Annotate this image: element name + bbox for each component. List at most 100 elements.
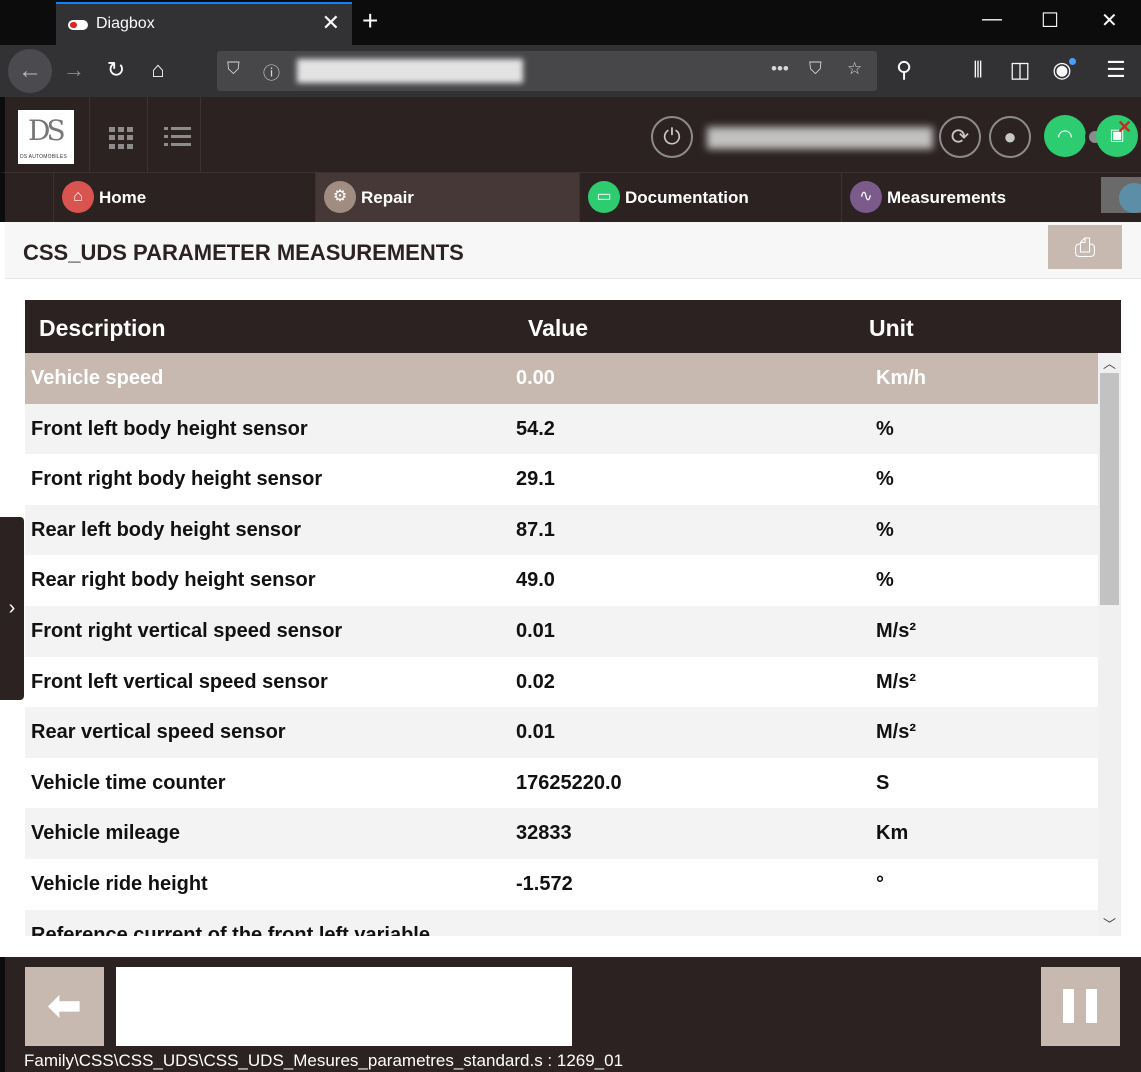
cell-unit: % (876, 569, 894, 592)
cell-unit: % (876, 417, 894, 440)
window-close-button[interactable]: ✕ (1101, 8, 1118, 33)
table-row[interactable]: Rear left body height sensor 87.1% (25, 504, 1098, 556)
tab-home-label: Home (99, 188, 147, 207)
chevron-right-icon: › (8, 597, 16, 619)
pocket-icon[interactable]: ⛉ (809, 59, 822, 79)
browser-forward-button[interactable]: → (58, 55, 90, 85)
ds-logo: DS DS AUTOMOBILES (18, 110, 74, 164)
shield-icon[interactable]: ⛉ (227, 59, 240, 79)
pause-button[interactable] (1041, 967, 1120, 1046)
column-header-description: Description (39, 315, 166, 341)
pause-icon (1063, 989, 1074, 1023)
site-info-icon[interactable]: ⓘ (263, 59, 280, 84)
nav-more-button[interactable] (1101, 177, 1141, 213)
tab-documentation[interactable]: ▭ Documentation (579, 173, 841, 222)
cell-unit: M/s² (876, 721, 916, 744)
scrollbar-thumb[interactable] (1100, 373, 1119, 605)
table-row[interactable]: Vehicle time counter 17625220.0 S (25, 757, 1098, 809)
cell-value: 0.02 (516, 670, 555, 693)
browser-toolbar: ← → ↻ ⌂ ⛉ ⓘ ••• ⛉ ☆ ⚲ ⫴ ◫ ◉ ☰ (0, 45, 1141, 97)
main-nav: ⌂ Home ⚙ Repair ▭ Documentation ∿ Measur… (0, 172, 1141, 222)
column-header-unit: Unit (869, 315, 914, 341)
window-minimize-button[interactable]: — (982, 8, 1002, 31)
tab-favicon-icon (68, 20, 88, 30)
tab-measurements[interactable]: ∿ Measurements (841, 173, 1095, 222)
back-button[interactable]: ⬅ (25, 967, 104, 1046)
table-row[interactable]: Rear vertical speed sensor 0.01 M/s² (25, 707, 1098, 758)
table-row[interactable]: Front right body height sensor 29.1% (25, 454, 1098, 505)
table-header: Description Value Unit (25, 300, 1121, 353)
table-row[interactable]: Vehicle speed 0.00 Km/h (25, 353, 1098, 404)
side-panel-toggle[interactable]: › (0, 517, 24, 700)
browser-tab[interactable]: Diagbox ✕ (56, 2, 352, 45)
message-box (116, 967, 572, 1046)
window-maximize-button[interactable]: ☐ (1041, 8, 1059, 33)
tab-close-icon[interactable]: ✕ (322, 12, 340, 34)
apps-grid-icon[interactable] (109, 127, 135, 149)
cell-description: Front left vertical speed sensor (31, 670, 328, 693)
tab-repair[interactable]: ⚙ Repair (315, 173, 579, 222)
footer: ⬅ Family\CSS\CSS_UDS\CSS_UDS_Mesures_par… (0, 957, 1141, 1072)
cell-unit: % (876, 468, 894, 491)
cell-unit: ° (876, 873, 884, 895)
tab-measurements-label: Measurements (887, 188, 1007, 207)
logo-subtext: DS AUTOMOBILES (20, 154, 67, 160)
tab-title: Diagbox (96, 15, 155, 32)
cell-description: Rear right body height sensor (31, 569, 316, 592)
list-icon[interactable] (164, 125, 192, 147)
url-text (297, 59, 523, 83)
home-icon: ⌂ (62, 181, 94, 213)
user-icon[interactable]: ● (989, 116, 1031, 158)
new-tab-button[interactable]: + (362, 6, 378, 36)
menu-icon[interactable]: ☰ (1100, 55, 1132, 85)
url-bar[interactable]: ⛉ ⓘ ••• ⛉ ☆ (217, 51, 877, 91)
print-button[interactable]: ⎙ (1048, 225, 1122, 269)
header-divider (147, 97, 148, 172)
disconnected-x-icon: ✕ (1117, 117, 1133, 137)
browser-reload-button[interactable]: ↻ (100, 55, 132, 85)
search-icon[interactable]: ⚲ (888, 55, 920, 85)
table-row[interactable]: Front left body height sensor 54.2% (25, 403, 1098, 455)
logo-mark: DS (28, 114, 66, 147)
cell-unit: Km (876, 822, 909, 845)
cell-description: Reference current of the front left vari… (31, 923, 430, 936)
table-row[interactable]: Front left vertical speed sensor 0.02 M/s² (25, 656, 1098, 708)
library-icon[interactable]: ⫴ (962, 55, 994, 85)
header-divider (89, 97, 90, 172)
scroll-down-icon[interactable]: ﹀ (1098, 916, 1121, 934)
bookmark-star-icon[interactable]: ☆ (847, 59, 862, 79)
table-row[interactable]: Vehicle ride height -1.572 ° (25, 859, 1098, 910)
account-notification-dot (1069, 58, 1076, 65)
cell-description: Vehicle ride height (31, 873, 208, 895)
table-scrollbar[interactable]: ︿ ﹀ (1098, 353, 1121, 936)
cell-value: -1.572 (516, 873, 573, 895)
cell-description: Rear left body height sensor (31, 518, 302, 541)
wifi-icon[interactable]: ◠ (1044, 115, 1086, 157)
table-row[interactable]: Reference current of the front left vari… (25, 909, 1098, 936)
table-row[interactable]: Front right vertical speed sensor 0.01 M/s… (25, 606, 1098, 657)
browser-tabstrip: Diagbox ✕ + — ☐ ✕ (0, 0, 1141, 45)
cell-description: Vehicle mileage (31, 822, 180, 845)
page-actions-icon[interactable]: ••• (771, 59, 789, 79)
cell-unit: Km/h (876, 367, 926, 389)
cell-unit: S (876, 771, 890, 794)
column-header-value: Value (528, 315, 589, 341)
pulse-icon: ∿ (850, 181, 882, 213)
cell-unit: M/s² (876, 620, 916, 642)
refresh-icon[interactable]: ⟳ (939, 116, 981, 158)
power-icon[interactable]: ⏻ (651, 116, 693, 158)
tab-home[interactable]: ⌂ Home (53, 173, 315, 222)
cell-description: Rear vertical speed sensor (31, 721, 286, 744)
sidebar-icon[interactable]: ◫ (1004, 55, 1036, 85)
app-header: DS DS AUTOMOBILES ⏻ ⟳ ● ◠ ▣ ✕ (0, 97, 1141, 172)
browser-home-button[interactable]: ⌂ (142, 55, 174, 85)
tab-repair-label: Repair (361, 188, 414, 207)
cell-value: 17625220.0 (516, 771, 622, 794)
scroll-up-icon[interactable]: ︿ (1098, 355, 1121, 373)
table-row[interactable]: Vehicle mileage 32833 Km (25, 808, 1098, 859)
browser-back-button[interactable]: ← (8, 49, 52, 93)
cell-value: 0.01 (516, 620, 555, 642)
table-row[interactable]: Rear right body height sensor 49.0% (25, 555, 1098, 606)
printer-icon: ⎙ (1074, 232, 1096, 262)
title-bar: CSS_UDS PARAMETER MEASUREMENTS ⎙ (5, 222, 1141, 279)
